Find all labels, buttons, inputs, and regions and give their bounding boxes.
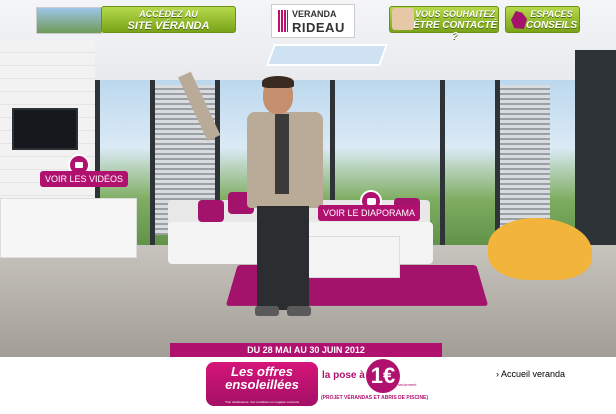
shirt <box>275 114 289 194</box>
espaces-conseils-button[interactable]: ESPACES CONSEILS <box>505 6 580 33</box>
projects-note: (PROJET VÉRANDAS ET ABRIS DE PISCINE) <box>321 395 429 401</box>
conseils-line1: ESPACES <box>530 9 573 19</box>
window-frame <box>440 80 445 250</box>
contact-button[interactable]: VOUS SOUHAITEZ ÊTRE CONTACTÉ ? <box>389 6 499 42</box>
price-suffix: seulement <box>398 382 417 387</box>
window-frame <box>495 80 500 250</box>
contact-line2: ÊTRE CONTACTÉ ? <box>412 20 498 42</box>
contact-line1: VOUS SOUHAITEZ <box>414 9 495 19</box>
pose-line1: la pose à <box>322 370 365 381</box>
site-button-line1: ACCÉDEZ AU <box>139 9 198 19</box>
conseils-line2: CONSEILS <box>525 20 578 31</box>
logo-line1: VERANDA <box>292 9 337 19</box>
hair <box>262 76 294 88</box>
cushion <box>198 200 224 222</box>
offer-line2: ensoleillées <box>225 377 299 392</box>
window-frame <box>150 80 155 250</box>
voir-les-videos-button[interactable]: VOIR LES VIDÉOS <box>40 171 129 187</box>
pose-text: la pose à <box>322 371 365 381</box>
phone-woman-icon <box>392 8 414 30</box>
veranda-thumbnail[interactable] <box>36 7 102 34</box>
tv-image <box>12 108 78 150</box>
price-badge: 1€ <box>366 359 400 393</box>
logo-line2: RIDEAU <box>292 20 345 35</box>
trousers <box>257 206 309 310</box>
voir-le-diaporama-button[interactable]: VOIR LE DIAPORAMA <box>318 205 421 221</box>
skylight <box>265 44 389 66</box>
accueil-veranda-link[interactable]: › Accueil veranda <box>496 369 565 379</box>
offer-fineprint: *Voir distributeurs. Voir conditions en … <box>224 400 300 404</box>
promo-dates-banner: DU 28 MAI AU 30 JUIN 2012 <box>170 343 442 357</box>
photo-glyph <box>366 197 376 205</box>
shoe <box>255 306 279 316</box>
logo-bars-icon <box>278 10 288 32</box>
presenter-man <box>178 71 335 328</box>
tv-cabinet <box>0 198 137 258</box>
veranda-rideau-logo[interactable]: VERANDA RIDEAU <box>271 4 355 38</box>
offres-ensoleillees-badge[interactable]: Les offres ensoleillées *Voir distribute… <box>206 362 318 406</box>
camera-glyph <box>75 162 83 168</box>
site-veranda-button[interactable]: ACCÉDEZ AU SITE VÉRANDA <box>101 6 236 33</box>
shoe <box>287 306 311 316</box>
site-button-line2: SITE VÉRANDA <box>127 20 210 32</box>
window-blind <box>500 85 550 235</box>
